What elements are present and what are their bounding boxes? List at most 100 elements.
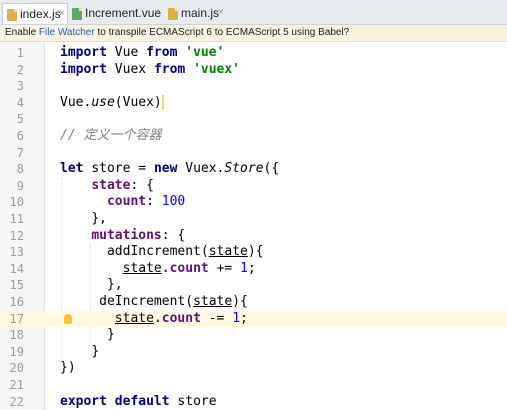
close-icon[interactable]: × xyxy=(59,8,65,19)
identifier: Vuex xyxy=(114,61,147,77)
identifier: Vuex. xyxy=(185,161,225,177)
tab-index-js[interactable]: index.js × xyxy=(2,3,68,24)
banner-text-pre: Enable xyxy=(5,27,39,38)
editor-tab-bar: index.js × Increment.vue × main.js × xyxy=(0,0,507,25)
punctuation: ; xyxy=(247,260,256,276)
line-number: 22 xyxy=(9,394,24,409)
keyword: new xyxy=(153,161,178,177)
code-line: 8 let store = new Vuex.Store({ xyxy=(0,161,507,178)
line-number: 8 xyxy=(16,162,24,177)
code-line: 7 xyxy=(0,145,507,162)
code-line: 3 xyxy=(0,78,507,95)
operator: += xyxy=(216,260,233,276)
code-line: 18 } xyxy=(0,327,507,344)
tab-main-js[interactable]: main.js × xyxy=(164,3,228,24)
property-access: .count xyxy=(153,310,201,326)
parameter-ref: state xyxy=(122,260,162,276)
line-number: 6 xyxy=(16,129,24,143)
punctuation: }, xyxy=(91,211,107,226)
parameter: state xyxy=(193,294,233,309)
line-number: 1 xyxy=(16,46,24,60)
code-line: 20}) xyxy=(0,360,507,377)
code-line: 2 import Vuex from 'vuex' xyxy=(0,62,507,79)
keyword: import xyxy=(60,45,107,60)
line-number: 11 xyxy=(9,212,24,226)
number-literal: 1 xyxy=(232,310,241,326)
punctuation: ){ xyxy=(232,294,248,309)
property-key: state xyxy=(91,177,131,193)
tab-label: main.js xyxy=(181,6,220,20)
line-number: 5 xyxy=(16,112,24,127)
tab-increment-vue[interactable]: Increment.vue × xyxy=(68,3,164,24)
banner-text-post: to transpile ECMAScript 6 to ECMAScript … xyxy=(94,27,350,38)
punctuation: : { xyxy=(130,177,154,193)
code-line: 15 }, xyxy=(0,277,507,294)
code-line: 21 xyxy=(0,377,507,394)
identifier: Vue xyxy=(114,45,139,60)
close-icon[interactable]: × xyxy=(154,7,160,18)
method-name: deIncrement xyxy=(99,294,186,309)
identifier: store xyxy=(177,393,217,409)
punctuation: : { xyxy=(161,227,186,243)
line-number: 10 xyxy=(9,195,24,210)
keyword: from xyxy=(153,61,186,77)
text-cursor xyxy=(161,95,164,110)
line-number: 14 xyxy=(9,261,24,276)
operator: = xyxy=(138,161,147,177)
keyword: export xyxy=(60,393,107,409)
punctuation: ; xyxy=(240,310,248,326)
property-access: .count xyxy=(161,260,209,276)
operator: -= xyxy=(208,310,225,326)
file-watcher-link[interactable]: File Watcher xyxy=(39,27,95,38)
string-literal: 'vue' xyxy=(185,45,225,60)
class-name: Store xyxy=(224,161,264,177)
punctuation: ){ xyxy=(247,244,264,260)
code-line: 13 addIncrement(state){ xyxy=(0,244,507,261)
punctuation: }, xyxy=(106,277,123,293)
code-line: 14 state.count += 1; xyxy=(0,261,507,278)
close-icon[interactable]: × xyxy=(218,7,224,18)
line-number: 16 xyxy=(9,295,24,309)
js-file-icon xyxy=(168,8,178,20)
code-line: 1 import Vue from 'vue' xyxy=(0,45,507,62)
punctuation: } xyxy=(91,343,100,359)
tab-label: index.js xyxy=(20,7,61,21)
arguments: (Vuex) xyxy=(114,94,162,110)
keyword: from xyxy=(146,45,178,60)
method-name: use xyxy=(91,94,115,110)
code-line: 6 // 定义一个容器 xyxy=(0,128,507,145)
keyword: import xyxy=(60,61,107,77)
code-line: 10 count: 100 xyxy=(0,194,507,211)
code-line: 12 mutations: { xyxy=(0,228,507,245)
number-literal: 100 xyxy=(161,194,186,210)
punctuation: }) xyxy=(60,360,76,376)
code-line: 11 }, xyxy=(0,211,507,228)
line-number: 21 xyxy=(9,378,24,392)
line-number: 17 xyxy=(9,311,24,326)
parameter: state xyxy=(208,244,248,260)
parameter-ref: state xyxy=(114,310,154,326)
vue-file-icon xyxy=(72,8,82,20)
property-key: mutations xyxy=(91,227,162,243)
line-number: 18 xyxy=(9,328,24,343)
keyword: default xyxy=(114,393,170,409)
line-number: 2 xyxy=(16,62,24,77)
line-number: 7 xyxy=(16,145,24,160)
code-line: 9 state: { xyxy=(0,178,507,195)
tab-label: Increment.vue xyxy=(85,6,162,20)
line-number: 13 xyxy=(9,245,24,260)
code-line: 22 export default store xyxy=(0,394,507,410)
file-watcher-banner: Enable File Watcher to transpile ECMAScr… xyxy=(0,25,507,42)
line-number: 20 xyxy=(9,361,24,376)
js-file-icon xyxy=(7,9,17,21)
punctuation: ({ xyxy=(263,161,280,177)
property-key: count xyxy=(106,194,147,210)
punctuation: : xyxy=(146,194,154,210)
identifier: Vue. xyxy=(60,94,92,110)
code-line: 19 } xyxy=(0,344,507,361)
punctuation: ( xyxy=(200,244,209,260)
code-editor[interactable]: 1 import Vue from 'vue' 2 import Vuex fr… xyxy=(0,42,507,410)
number-literal: 1 xyxy=(240,260,248,276)
punctuation: } xyxy=(106,327,115,343)
line-number: 19 xyxy=(9,344,24,359)
